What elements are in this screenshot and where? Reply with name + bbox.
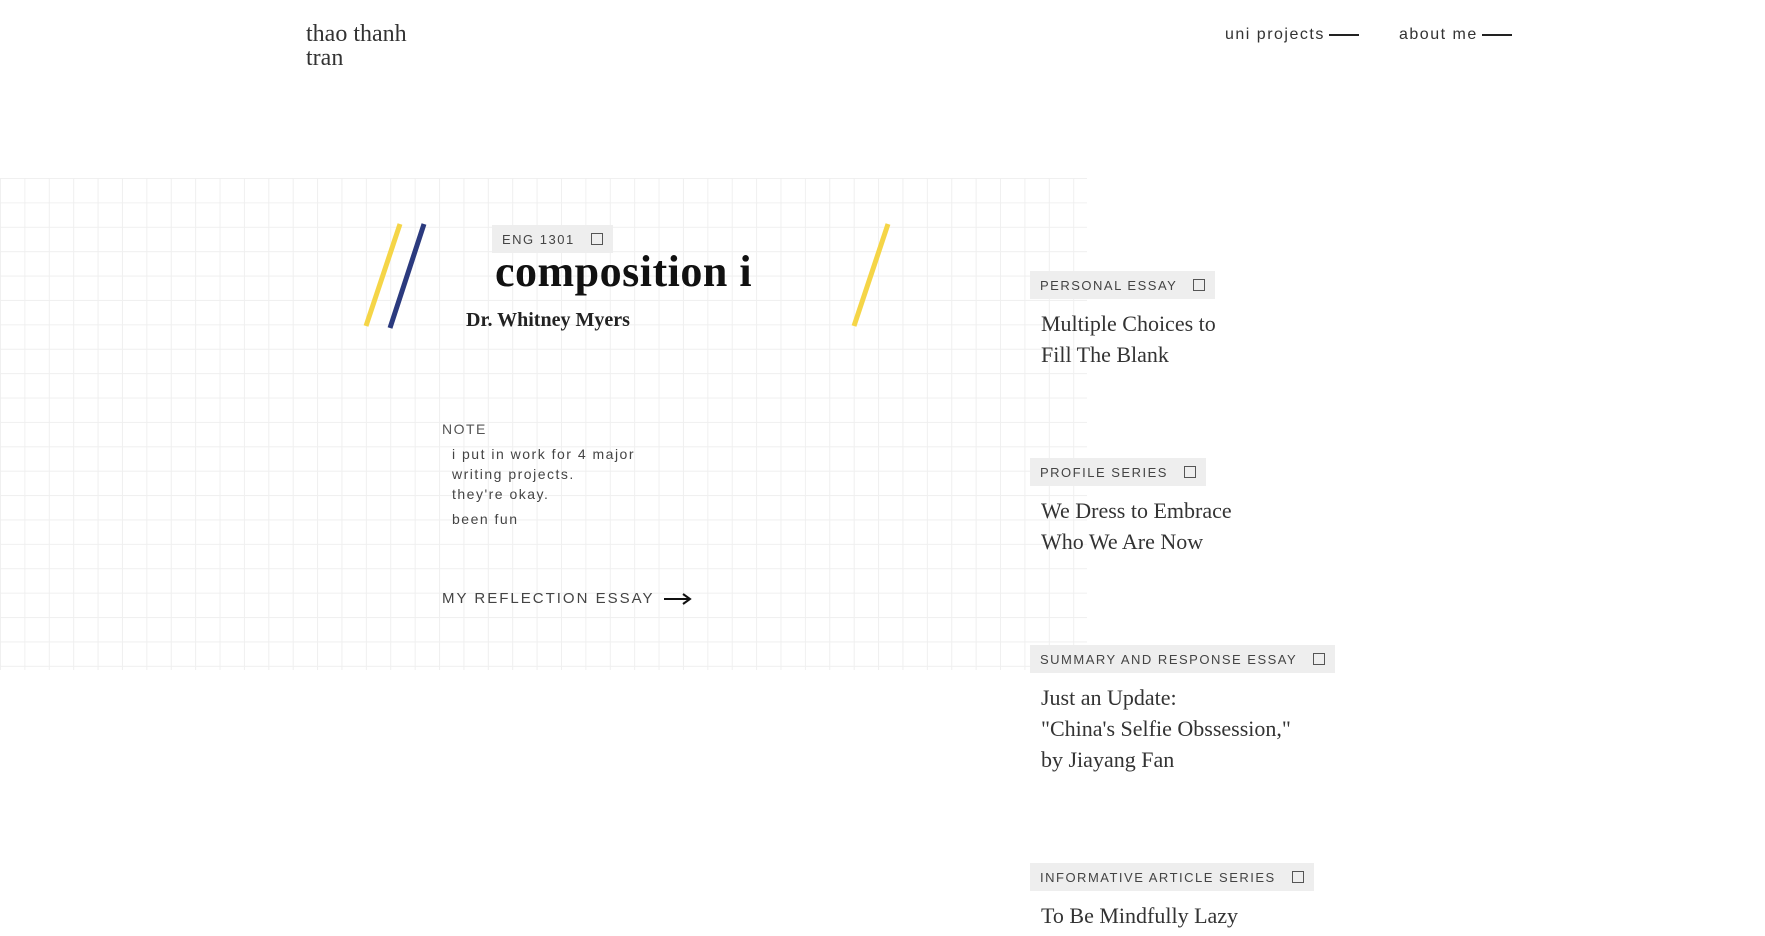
essay-title-multiple-choices[interactable]: Multiple Choices to Fill The Blank: [1041, 308, 1341, 370]
square-icon: [1183, 466, 1196, 478]
essay-tag-profile[interactable]: PROFILE SERIES: [1030, 458, 1206, 486]
square-icon: [1313, 653, 1326, 665]
arrow-right-icon: [663, 592, 692, 605]
logo-line-1: thao thanh: [306, 21, 407, 47]
essay-tag-summary-response[interactable]: SUMMARY AND RESPONSE ESSAY: [1030, 645, 1336, 673]
slash-decoration-left: [363, 223, 427, 329]
essay-title-line: by Jiayang Fan: [1041, 747, 1175, 772]
note-line-1: i put in work for 4 major: [452, 446, 635, 462]
essay-tag-label: PROFILE SERIES: [1040, 464, 1168, 480]
square-icon: [590, 233, 603, 245]
essay-title-line: Who We Are Now: [1041, 529, 1204, 554]
instructor-name: Dr. Whitney Myers: [466, 309, 630, 331]
note-label: NOTE: [442, 421, 487, 437]
nav-uni-projects-label: uni projects: [1225, 26, 1325, 43]
site-logo[interactable]: thao thanh tran: [306, 22, 446, 70]
slash-decoration-right: [851, 223, 891, 327]
essay-title-line: Fill The Blank: [1041, 342, 1169, 367]
nav-uni-projects[interactable]: uni projects: [1225, 26, 1359, 44]
essay-tag-label: SUMMARY AND RESPONSE ESSAY: [1040, 651, 1298, 667]
essay-title-line: Multiple Choices to: [1041, 311, 1216, 336]
nav-about-me-label: about me: [1399, 26, 1478, 43]
course-title: composition i: [495, 247, 753, 296]
nav-dash-icon: [1481, 34, 1512, 36]
essay-tag-personal[interactable]: PERSONAL ESSAY: [1030, 271, 1216, 299]
essay-title-mindfully-lazy[interactable]: To Be Mindfully Lazy: [1041, 900, 1341, 931]
square-icon: [1291, 871, 1304, 883]
essay-title-line: To Be Mindfully Lazy: [1041, 903, 1239, 928]
reflection-essay-link[interactable]: MY REFLECTION ESSAY: [442, 590, 693, 607]
square-icon: [1193, 279, 1206, 291]
note-line-3: they're okay.: [452, 486, 550, 502]
essay-tag-label: INFORMATIVE ARTICLE SERIES: [1040, 869, 1276, 885]
essay-title-we-dress[interactable]: We Dress to Embrace Who We Are Now: [1041, 495, 1341, 557]
slash-yellow: [851, 223, 891, 327]
nav-dash-icon: [1328, 34, 1359, 36]
essay-title-line: We Dress to Embrace: [1041, 498, 1232, 523]
note-extra: been fun: [452, 511, 519, 527]
essay-tag-label: PERSONAL ESSAY: [1040, 277, 1178, 293]
nav-about-me[interactable]: about me: [1399, 26, 1512, 44]
course-code: ENG 1301: [502, 231, 575, 247]
essay-title-line: "China's Selfie Obssession,": [1041, 716, 1291, 741]
essay-tag-informative[interactable]: INFORMATIVE ARTICLE SERIES: [1030, 863, 1314, 891]
reflection-essay-label: MY REFLECTION ESSAY: [442, 590, 655, 607]
note-line-2: writing projects.: [452, 466, 575, 482]
essay-title-just-an-update[interactable]: Just an Update: "China's Selfie Obssessi…: [1041, 682, 1341, 775]
logo-line-2: tran: [306, 45, 344, 71]
essay-title-line: Just an Update:: [1041, 685, 1177, 710]
